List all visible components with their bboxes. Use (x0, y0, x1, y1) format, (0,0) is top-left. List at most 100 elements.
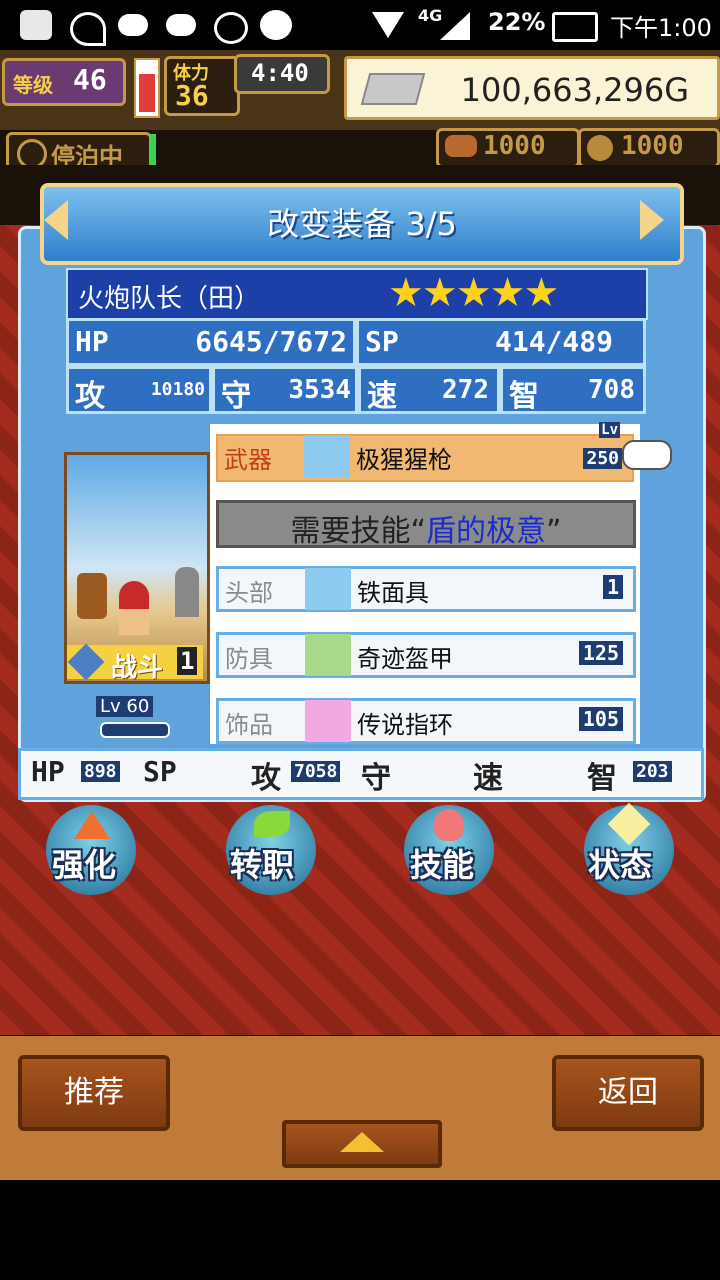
weapon-slot[interactable]: 武器 极猩猩枪 Lv 250 (216, 422, 634, 482)
ring-icon (305, 700, 351, 742)
battery-percent: 22% (488, 8, 546, 36)
skill-label: 技能 (410, 846, 475, 884)
stamina-value: 36 (175, 79, 209, 112)
timer-value: 4:40 (251, 59, 309, 87)
resource-1-value: 1000 (483, 131, 546, 161)
resource-box-1: 1000 (436, 128, 580, 168)
star-icon: ★ (455, 270, 492, 316)
stat-spd-value: 272 (442, 375, 489, 405)
char-level-label: Lv (100, 696, 121, 717)
wifi-icon (372, 12, 404, 38)
armor-icon (305, 634, 351, 676)
armor-item-value: 125 (578, 641, 623, 665)
signal-icon (440, 12, 470, 40)
stat-atk: 攻 10180 (66, 366, 212, 414)
dialog-title-bar: 改变装备 3/5 (40, 183, 684, 265)
stamina-box: 体力 36 (164, 56, 240, 116)
character-body (119, 609, 149, 635)
timer-box: 4:40 (234, 54, 330, 94)
accessory-slot[interactable]: 饰品 传说指环 105 (216, 698, 636, 744)
level-box[interactable]: 等级 46 (2, 58, 126, 106)
coin-icon (587, 135, 613, 161)
required-skill-name: 盾的极意 (426, 514, 546, 549)
star-icon: ★ (489, 270, 526, 316)
bonus-atk-value: 7058 (291, 761, 341, 782)
stamina-bar (134, 58, 160, 118)
pointer-hand-icon (622, 440, 672, 470)
spear-icon (304, 435, 350, 477)
back-button[interactable]: 返回 (552, 1055, 704, 1131)
head-item-value: 1 (602, 575, 623, 599)
clock: 下午1:00 (610, 14, 712, 42)
stat-hp-value: 6645/7672 (195, 325, 347, 358)
stamina-bar-fill (139, 74, 155, 112)
next-arrow-icon[interactable] (640, 200, 664, 240)
accessory-item-name: 传说指环 (357, 711, 453, 739)
stat-spd-label: 速 (367, 379, 397, 414)
sparkle-icon (607, 802, 651, 846)
bonus-sp-label: SP (143, 755, 177, 788)
level-label: 等级 (13, 73, 53, 97)
leaf-icon (254, 811, 290, 837)
char-level-value: 60 (126, 696, 150, 717)
bonus-stats-row: HP 898 SP 攻 7058 守 速 智 203 (18, 748, 704, 800)
weapon-label: 武器 (224, 446, 272, 474)
stat-atk-value: 10180 (150, 379, 205, 400)
battery-icon (552, 12, 598, 42)
recommend-button[interactable]: 推荐 (18, 1055, 170, 1131)
expand-button[interactable] (282, 1120, 442, 1168)
stat-int: 智 708 (500, 366, 646, 414)
stat-int-label: 智 (509, 379, 539, 414)
resource-2-value: 1000 (621, 131, 684, 161)
character-sprite (119, 581, 149, 611)
gold-amount: 100,663,296G (460, 71, 689, 109)
accessory-label: 饰品 (225, 711, 273, 739)
head-label: 头部 (225, 579, 273, 607)
stat-sp-label: SP (365, 325, 399, 358)
stat-def-value: 3534 (288, 375, 351, 405)
role-badge: 战斗 1 (67, 643, 203, 683)
meat-icon (445, 135, 477, 157)
accessory-item-value: 105 (578, 707, 623, 731)
character-portrait: 战斗 1 (64, 452, 210, 684)
stat-spd: 速 272 (358, 366, 500, 414)
resource-box-2: 1000 (578, 128, 720, 168)
bonus-hp-label: HP (31, 755, 65, 788)
prev-arrow-icon[interactable] (44, 200, 68, 240)
bonus-int-value: 203 (633, 761, 672, 782)
star-icon: ★ (388, 270, 424, 316)
cloud-icon (166, 14, 196, 36)
bonus-spd-label: 速 (473, 761, 503, 796)
enhance-label: 强化 (52, 846, 117, 884)
tombstone-icon (175, 567, 199, 617)
character-header: 火炮队长（田） ★★★★★ (66, 268, 648, 320)
wifi-off-icon (70, 12, 106, 46)
stat-hp-label: HP (75, 325, 109, 358)
armor-label: 防具 (225, 645, 273, 673)
triangle-up-icon (340, 1132, 384, 1152)
arrow-up-icon (74, 811, 110, 839)
barrel-icon (77, 573, 107, 619)
silver-bar-icon (360, 73, 426, 105)
required-skill-suffix: ” (546, 514, 562, 549)
bonus-def-label: 守 (361, 761, 391, 796)
stat-hp: HP 6645/7672 (66, 318, 356, 366)
nav-blank (0, 1180, 720, 1280)
weapon-lv: 250 (583, 448, 622, 469)
role-level: 1 (177, 647, 198, 675)
role-label: 战斗 (111, 653, 164, 683)
head-slot[interactable]: 头部 铁面具 1 (216, 566, 636, 612)
gold-box: 100,663,296G (344, 56, 720, 120)
helmet-icon (305, 568, 351, 610)
weapon-name: 极猩猩枪 (356, 446, 452, 474)
star-icon: ★ (523, 270, 559, 316)
flame-icon (434, 809, 464, 841)
stat-int-value: 708 (588, 375, 635, 405)
stat-def-label: 守 (221, 379, 251, 414)
exp-bar (100, 722, 170, 738)
chat-icon (260, 10, 292, 40)
armor-slot[interactable]: 防具 奇迹盔甲 125 (216, 632, 636, 678)
required-skill-prefix: 需要技能“ (290, 514, 426, 549)
char-level: Lv 60 (96, 696, 154, 717)
stat-sp: SP 414/489 (356, 318, 646, 366)
